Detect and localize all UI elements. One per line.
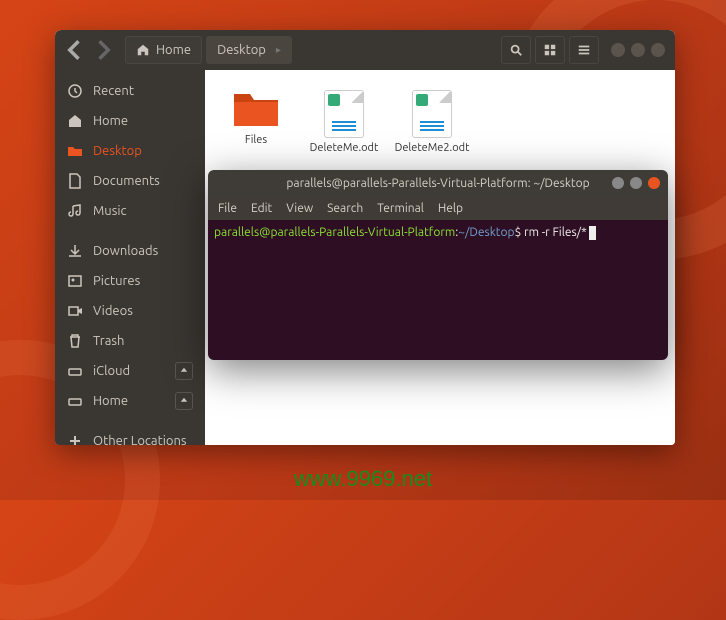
- path-bar: Home Desktop ▸: [125, 36, 292, 64]
- sidebar: Recent Home Desktop Documents Music Down…: [55, 70, 205, 445]
- sidebar-label: iCloud: [93, 364, 130, 378]
- sidebar-item-pictures[interactable]: Pictures: [55, 266, 205, 296]
- home-icon: [136, 43, 150, 57]
- terminal-menubar: File Edit View Search Terminal Help: [208, 196, 668, 220]
- path-chip-home[interactable]: Home: [125, 36, 202, 64]
- clock-icon: [67, 83, 83, 99]
- window-controls: [611, 43, 665, 57]
- sidebar-item-music[interactable]: Music: [55, 196, 205, 226]
- sidebar-item-documents[interactable]: Documents: [55, 166, 205, 196]
- sidebar-item-downloads[interactable]: Downloads: [55, 236, 205, 266]
- terminal-body[interactable]: parallels@parallels-Parallels-Virtual-Pl…: [208, 220, 668, 360]
- sidebar-item-home[interactable]: Home: [55, 106, 205, 136]
- sidebar-item-recent[interactable]: Recent: [55, 76, 205, 106]
- path-label: Home: [156, 43, 191, 57]
- drive-icon: [67, 393, 83, 409]
- terminal-titlebar[interactable]: parallels@parallels-Parallels-Virtual-Pl…: [208, 170, 668, 196]
- sidebar-label: Home: [93, 114, 128, 128]
- sidebar-item-videos[interactable]: Videos: [55, 296, 205, 326]
- drive-icon: [67, 363, 83, 379]
- home-icon: [67, 113, 83, 129]
- sidebar-label: Home: [93, 394, 128, 408]
- close-button[interactable]: [651, 43, 665, 57]
- prompt-path: ~/Desktop: [458, 226, 514, 239]
- path-chip-desktop[interactable]: Desktop ▸: [206, 36, 292, 64]
- eject-button[interactable]: [175, 392, 193, 410]
- sidebar-label: Videos: [93, 304, 133, 318]
- maximize-button[interactable]: [630, 177, 642, 189]
- file-name: Files: [245, 134, 267, 147]
- document-icon: [412, 90, 452, 138]
- file-item-folder[interactable]: Files: [221, 90, 291, 147]
- forward-button[interactable]: [89, 36, 117, 64]
- cursor: [589, 226, 596, 240]
- maximize-button[interactable]: [631, 43, 645, 57]
- folder-icon: [67, 143, 83, 159]
- path-label: Desktop: [217, 43, 266, 57]
- menu-help[interactable]: Help: [438, 202, 463, 215]
- music-icon: [67, 203, 83, 219]
- menu-search[interactable]: Search: [327, 202, 363, 215]
- close-button[interactable]: [648, 177, 660, 189]
- menu-file[interactable]: File: [218, 202, 237, 215]
- sidebar-label: Pictures: [93, 274, 140, 288]
- sidebar-label: Music: [93, 204, 127, 218]
- file-item-document[interactable]: DeleteMe.odt: [309, 90, 379, 155]
- chevron-right-icon: ▸: [276, 44, 281, 56]
- sidebar-item-home-drive[interactable]: Home: [55, 386, 205, 416]
- watermark-text: www.9969.net: [294, 466, 432, 492]
- sidebar-item-icloud[interactable]: iCloud: [55, 356, 205, 386]
- file-item-document[interactable]: DeleteMe2.odt: [397, 90, 467, 155]
- menu-edit[interactable]: Edit: [251, 202, 272, 215]
- terminal-command: rm -r Files/*: [521, 226, 586, 239]
- folder-icon: [232, 90, 280, 130]
- sidebar-label: Other Locations: [93, 434, 187, 445]
- prompt-user: parallels@parallels-Parallels-Virtual-Pl…: [214, 226, 455, 239]
- file-manager-header: Home Desktop ▸: [55, 30, 675, 70]
- view-grid-button[interactable]: [535, 36, 565, 64]
- file-name: DeleteMe.odt: [310, 142, 379, 155]
- hamburger-menu-button[interactable]: [569, 36, 599, 64]
- sidebar-label: Trash: [93, 334, 124, 348]
- sidebar-label: Documents: [93, 174, 160, 188]
- document-icon: [67, 173, 83, 189]
- plus-icon: [67, 433, 83, 445]
- menu-view[interactable]: View: [286, 202, 313, 215]
- document-icon: [324, 90, 364, 138]
- picture-icon: [67, 273, 83, 289]
- minimize-button[interactable]: [612, 177, 624, 189]
- sidebar-item-other-locations[interactable]: Other Locations: [55, 426, 205, 445]
- download-icon: [67, 243, 83, 259]
- terminal-title-text: parallels@parallels-Parallels-Virtual-Pl…: [286, 177, 589, 190]
- video-icon: [67, 303, 83, 319]
- sidebar-label: Desktop: [93, 144, 142, 158]
- eject-button[interactable]: [175, 362, 193, 380]
- trash-icon: [67, 333, 83, 349]
- menu-terminal[interactable]: Terminal: [377, 202, 424, 215]
- minimize-button[interactable]: [611, 43, 625, 57]
- search-button[interactable]: [501, 36, 531, 64]
- terminal-window: parallels@parallels-Parallels-Virtual-Pl…: [208, 170, 668, 360]
- back-button[interactable]: [61, 36, 89, 64]
- sidebar-label: Recent: [93, 84, 134, 98]
- sidebar-label: Downloads: [93, 244, 158, 258]
- sidebar-item-trash[interactable]: Trash: [55, 326, 205, 356]
- file-name: DeleteMe2.odt: [395, 142, 470, 155]
- sidebar-item-desktop[interactable]: Desktop: [55, 136, 205, 166]
